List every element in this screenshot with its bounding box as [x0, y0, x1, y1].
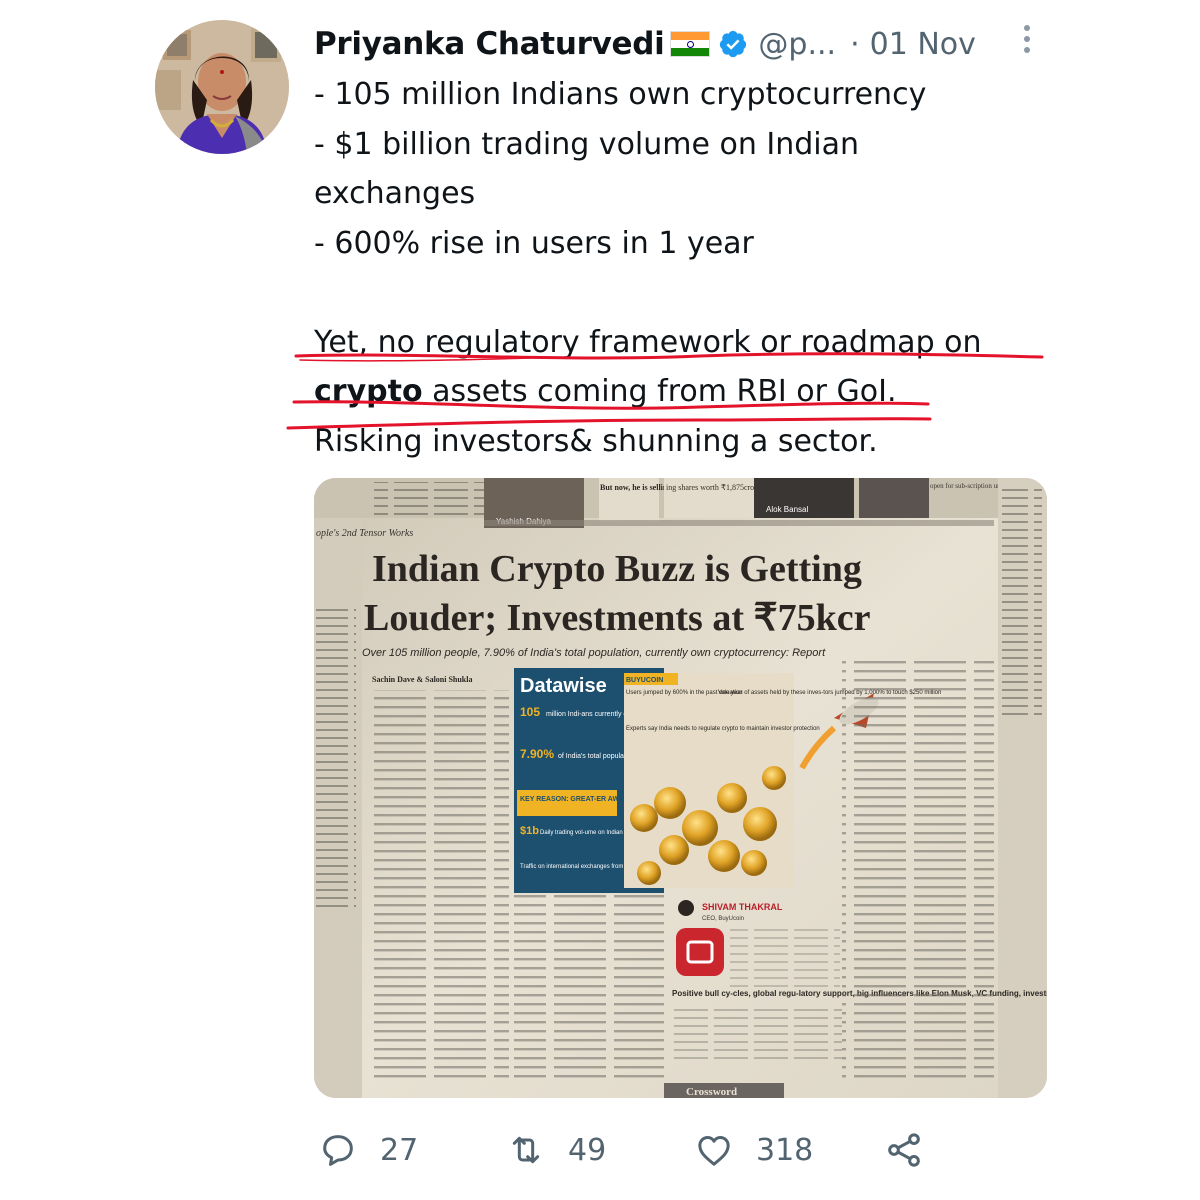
experts-say: Experts say India needs to regulate cryp… [626, 726, 820, 732]
headline-line-1: Indian Crypto Buzz is Getting [372, 548, 862, 590]
retweet-button[interactable]: 49 [506, 1122, 606, 1178]
verified-badge-icon [720, 30, 747, 58]
snippet-2: ing shares worth ₹1,875crore [666, 483, 761, 492]
more-options-icon[interactable] [1021, 22, 1033, 58]
tweet-line: exchanges [314, 176, 476, 211]
tweet-line: - $1 billion trading volume on Indian [314, 126, 860, 162]
datawise-title: Datawise [520, 675, 607, 697]
left-teaser: ople's 2nd Tensor Works [316, 528, 413, 539]
heart-icon [698, 1136, 730, 1166]
brand-label: BUYUCOIN [626, 677, 663, 684]
tweet-line-bold: crypto assets coming from RBI or GoI. [314, 367, 1054, 417]
stat1-value: 105 [520, 705, 540, 719]
india-flag-icon [670, 31, 711, 57]
stat2-value: 7.90% [520, 747, 554, 761]
like-count: 318 [756, 1132, 814, 1168]
retweet-count: 49 [568, 1132, 607, 1168]
tweet-line: Risking investors& shunning a sector. [314, 423, 878, 459]
share-button[interactable] [884, 1122, 924, 1178]
newspaper-clipping: But now, he is selling shares worth ₹30 … [314, 478, 1047, 1098]
crossword-strip: Crossword [686, 1086, 737, 1098]
bold-word: crypto [314, 374, 423, 409]
reply-icon [323, 1135, 353, 1166]
tweet-date[interactable]: 01 Nov [870, 27, 976, 62]
avatar-photo [155, 20, 289, 154]
tweet-line: - 105 million Indians own cryptocurrency [314, 77, 927, 112]
reply-button[interactable]: 27 [318, 1122, 418, 1178]
tweet-line-rest: assets coming from RBI or GoI. [432, 374, 897, 409]
tweet-actions: 27 49 318 [314, 1122, 1044, 1178]
headline-line-2: Louder; Investments at ₹75kcr [364, 597, 871, 639]
author-name[interactable]: Priyanka Chaturvedi [314, 26, 665, 62]
retweet-icon [512, 1136, 540, 1164]
author-handle[interactable]: @p... [758, 27, 836, 62]
tweet-line-gap [314, 268, 1054, 318]
like-button[interactable]: 318 [694, 1122, 813, 1178]
author-avatar[interactable] [155, 20, 289, 154]
separator-dot: · [850, 26, 860, 62]
subhead: Over 105 million people, 7.90% of India'… [362, 647, 826, 659]
stat3-value: $1b [520, 825, 539, 837]
byline: Sachin Dave & Saloni Shukla [372, 675, 472, 684]
share-icon [888, 1133, 920, 1167]
reply-count: 27 [380, 1132, 419, 1168]
photo-caption-2: Alok Bansal [766, 505, 808, 514]
tweet-media-image[interactable]: But now, he is selling shares worth ₹30 … [314, 478, 1047, 1098]
tweet-line: - 600% rise in users in 1 year [314, 225, 754, 261]
quote-role: CEO, BuyUcoin [702, 916, 744, 922]
tweet-line: Yet, no regulatory framework or roadmap … [314, 324, 982, 360]
quote-name: SHIVAM THAKRAL [702, 902, 783, 912]
tweet-header: Priyanka Chaturvedi @p... · 01 Nov [314, 20, 1044, 68]
tweet-body: - 105 million Indians own cryptocurrency… [314, 70, 1054, 466]
